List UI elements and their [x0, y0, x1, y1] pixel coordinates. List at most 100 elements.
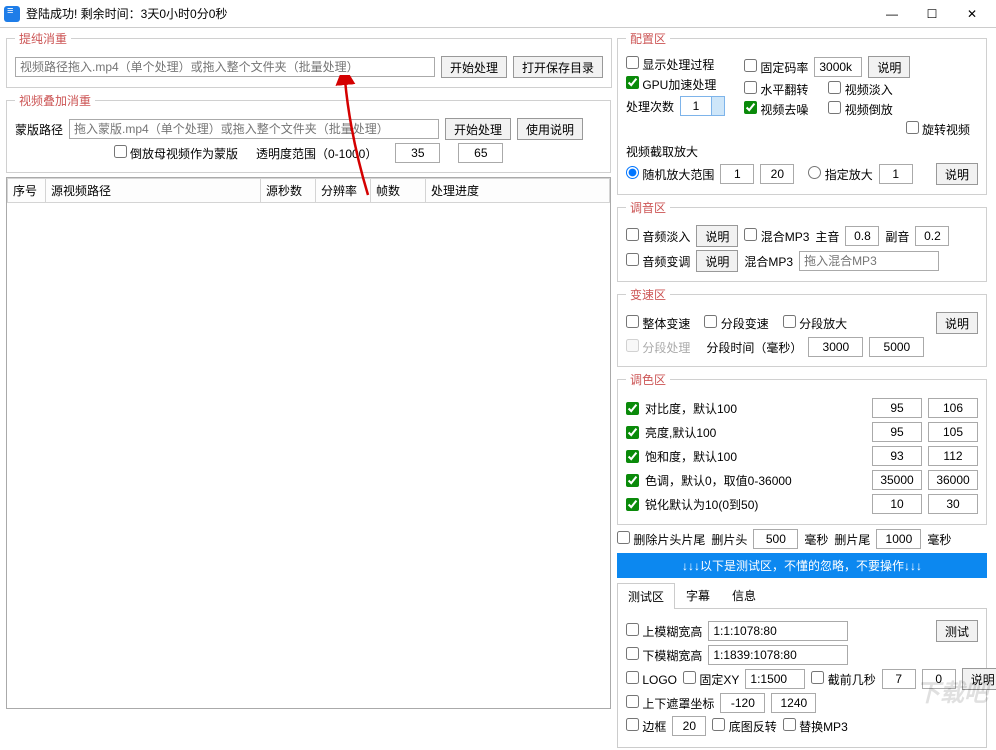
skip2-input[interactable]	[922, 669, 956, 689]
color-group: 调色区 对比度，默认100 亮度,默认100 饱和度，默认100 色调，默认0，…	[617, 371, 987, 525]
bright2-input[interactable]	[928, 422, 978, 442]
flip-bottom-checkbox[interactable]	[712, 718, 725, 731]
rate-input[interactable]	[814, 57, 862, 77]
random-min-input[interactable]	[720, 164, 754, 184]
sat2-input[interactable]	[928, 446, 978, 466]
upper-blur-input[interactable]	[708, 621, 848, 641]
mix-mp3-checkbox[interactable]	[744, 228, 757, 241]
process-count-spinner[interactable]	[680, 96, 725, 116]
main-vol-input[interactable]	[845, 226, 879, 246]
mix-mp3-input[interactable]	[799, 251, 939, 271]
hue-checkbox[interactable]	[626, 474, 639, 487]
skip-explain-button[interactable]: 说明	[962, 668, 996, 690]
trim-tail-input[interactable]	[876, 529, 921, 549]
mask-coord1-input[interactable]	[720, 693, 765, 713]
skip1-input[interactable]	[882, 669, 916, 689]
crop-explain-button[interactable]: 说明	[936, 163, 978, 185]
reverse-checkbox[interactable]	[828, 101, 841, 114]
tab-subtitle[interactable]: 字幕	[675, 582, 721, 608]
rotate-checkbox[interactable]	[906, 121, 919, 134]
col-frames: 帧数	[371, 179, 426, 203]
sub-vol-input[interactable]	[915, 226, 949, 246]
show-process-checkbox[interactable]	[626, 56, 639, 69]
sharp-checkbox[interactable]	[626, 498, 639, 511]
reverse-mother-checkbox-label[interactable]: 倒放母视频作为蒙版	[114, 145, 238, 162]
seg-zoom-checkbox[interactable]	[783, 315, 796, 328]
mask-coord2-input[interactable]	[771, 693, 816, 713]
sharp2-input[interactable]	[928, 494, 978, 514]
hue1-input[interactable]	[872, 470, 922, 490]
sharp1-input[interactable]	[872, 494, 922, 514]
hflip-checkbox[interactable]	[744, 81, 757, 94]
col-path: 源视频路径	[46, 179, 261, 203]
pure-legend: 提纯消重	[15, 30, 71, 47]
audio-legend: 调音区	[626, 199, 670, 216]
lower-blur-checkbox[interactable]	[626, 647, 639, 660]
video-table[interactable]: 序号 源视频路径 源秒数 分辨率 帧数 处理进度	[6, 177, 611, 709]
fixed-zoom-radio[interactable]	[808, 166, 821, 179]
trim-checkbox[interactable]	[617, 531, 630, 544]
open-save-dir-button[interactable]: 打开保存目录	[513, 56, 603, 78]
logo-checkbox[interactable]	[626, 671, 639, 684]
overlay-start-button[interactable]: 开始处理	[445, 118, 511, 140]
tab-test[interactable]: 测试区	[617, 583, 675, 609]
minimize-button[interactable]: —	[872, 0, 912, 28]
mask-path-label: 蒙版路径	[15, 121, 63, 138]
random-zoom-radio[interactable]	[626, 166, 639, 179]
tab-info[interactable]: 信息	[721, 582, 767, 608]
bright-checkbox[interactable]	[626, 426, 639, 439]
trim-head-input[interactable]	[753, 529, 798, 549]
upper-blur-checkbox[interactable]	[626, 623, 639, 636]
contrast-checkbox[interactable]	[626, 402, 639, 415]
seg-speed-checkbox[interactable]	[704, 315, 717, 328]
border-checkbox[interactable]	[626, 718, 639, 731]
fixxy-checkbox[interactable]	[683, 671, 696, 684]
gpu-checkbox[interactable]	[626, 76, 639, 89]
fixed-zoom-input[interactable]	[879, 164, 913, 184]
speed-explain-button[interactable]: 说明	[936, 312, 978, 334]
overlay-manual-button[interactable]: 使用说明	[517, 118, 583, 140]
opacity-max-input[interactable]	[458, 143, 503, 163]
random-max-input[interactable]	[760, 164, 794, 184]
contrast2-input[interactable]	[928, 398, 978, 418]
mask-coord-checkbox[interactable]	[626, 695, 639, 708]
fixxy-input[interactable]	[745, 669, 805, 689]
audio-group: 调音区 音频淡入 说明 混合MP3 主音 副音 音频变调 说明 混合MP3	[617, 199, 987, 282]
audio-fade-checkbox[interactable]	[626, 228, 639, 241]
mask-path-input[interactable]	[69, 119, 439, 139]
overlay-dedup-group: 视频叠加消重 蒙版路径 开始处理 使用说明 倒放母视频作为蒙版 透明度范围（0-…	[6, 92, 611, 173]
overlay-legend: 视频叠加消重	[15, 92, 95, 109]
speed-group: 变速区 整体变速 分段变速 分段放大 说明 分段处理 分段时间（毫秒）	[617, 286, 987, 367]
tab-bar: 测试区 字幕 信息	[617, 582, 987, 609]
test-button[interactable]: 测试	[936, 620, 978, 642]
skip-checkbox[interactable]	[811, 671, 824, 684]
hue2-input[interactable]	[928, 470, 978, 490]
close-button[interactable]: ✕	[952, 0, 992, 28]
opacity-range-label: 透明度范围（0-1000）	[256, 145, 377, 162]
video-path-input[interactable]	[15, 57, 435, 77]
test-panel: 上模糊宽高 测试 下模糊宽高 LOGO 固定XY 截前几秒 说明 上下遮罩坐标	[617, 609, 987, 748]
sat1-input[interactable]	[872, 446, 922, 466]
replace-mp3-checkbox[interactable]	[783, 718, 796, 731]
seg-time1-input[interactable]	[808, 337, 863, 357]
fixed-rate-checkbox[interactable]	[744, 59, 757, 72]
contrast1-input[interactable]	[872, 398, 922, 418]
border-input[interactable]	[672, 716, 706, 736]
whole-speed-checkbox[interactable]	[626, 315, 639, 328]
maximize-button[interactable]: ☐	[912, 0, 952, 28]
audio-explain2-button[interactable]: 说明	[696, 250, 738, 272]
seg-time2-input[interactable]	[869, 337, 924, 357]
speed-legend: 变速区	[626, 286, 670, 303]
sat-checkbox[interactable]	[626, 450, 639, 463]
bright1-input[interactable]	[872, 422, 922, 442]
audio-explain1-button[interactable]: 说明	[696, 225, 738, 247]
lower-blur-input[interactable]	[708, 645, 848, 665]
col-index: 序号	[8, 179, 46, 203]
reverse-mother-checkbox[interactable]	[114, 145, 127, 158]
pitch-checkbox[interactable]	[626, 253, 639, 266]
denoise-checkbox[interactable]	[744, 101, 757, 114]
rate-explain-button[interactable]: 说明	[868, 56, 910, 78]
opacity-min-input[interactable]	[395, 143, 440, 163]
fadein-checkbox[interactable]	[828, 81, 841, 94]
start-process-button[interactable]: 开始处理	[441, 56, 507, 78]
